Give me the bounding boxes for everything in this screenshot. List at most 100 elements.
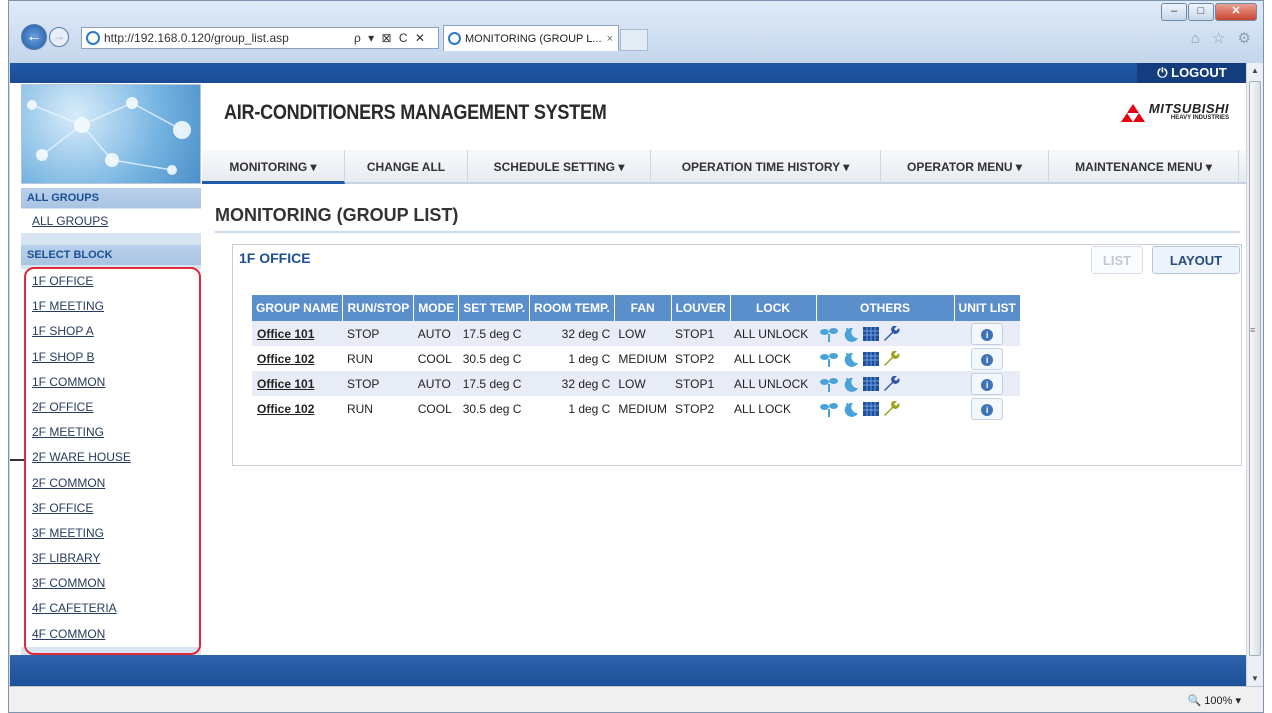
mode-cell: AUTO (413, 321, 459, 346)
page-title: MONITORING (GROUP LIST) (215, 205, 459, 225)
nav-operation-time-history[interactable]: OPERATION TIME HISTORY ▾ (651, 150, 881, 184)
lock-cell: ALL LOCK (730, 346, 817, 371)
zoom-level[interactable]: 🔍 100% ▾ (1188, 694, 1241, 707)
mitsubishi-logo: MITSUBISHI HEAVY INDUSTRIES (1120, 101, 1229, 122)
scroll-up-icon[interactable]: ▲ (1247, 63, 1263, 79)
col-louver: LOUVER (671, 295, 731, 321)
room-temp-cell: 32 deg C (529, 321, 615, 346)
layout-view-button[interactable]: LAYOUT (1152, 246, 1240, 274)
highlight-box (24, 267, 201, 655)
unit-list-cell: i (954, 371, 1021, 396)
unit-info-button[interactable]: i (971, 372, 1004, 395)
wrench-icon[interactable] (883, 350, 901, 367)
group-name-link[interactable]: Office 102 (252, 396, 343, 421)
info-icon: i (981, 403, 994, 416)
wrench-icon[interactable] (883, 375, 901, 392)
sprout-icon[interactable] (820, 401, 839, 417)
panel-grid-icon[interactable] (862, 351, 880, 367)
sprout-icon[interactable] (820, 351, 839, 367)
lock-cell: ALL UNLOCK (730, 321, 817, 346)
address-bar[interactable]: http://192.168.0.120/group_list.asp ρ ▾ … (81, 27, 439, 49)
others-cell (816, 321, 955, 346)
main-nav: MONITORING ▾ CHANGE ALL SCHEDULE SETTING… (202, 150, 1247, 184)
set-temp-cell: 30.5 deg C (458, 396, 530, 421)
run-stop-cell: STOP (342, 321, 414, 346)
tab-close-icon[interactable]: × (607, 33, 613, 45)
panel-grid-icon[interactable] (862, 376, 880, 392)
sidebar-item-all-groups[interactable]: ALL GROUPS (21, 209, 201, 233)
logo-line1: MITSUBISHI (1148, 101, 1229, 116)
louver-cell: STOP2 (671, 346, 731, 371)
nav-schedule-setting[interactable]: SCHEDULE SETTING ▾ (468, 150, 651, 184)
scroll-thumb[interactable] (1249, 81, 1261, 656)
night-moon-icon[interactable] (841, 326, 859, 342)
browser-window: – □ ✕ ← → http://192.168.0.120/group_lis… (8, 0, 1264, 713)
tab-title: MONITORING (GROUP L... (465, 32, 602, 45)
louver-cell: STOP2 (671, 396, 731, 421)
group-name-link[interactable]: Office 101 (252, 321, 343, 346)
footer-bar (10, 655, 1247, 687)
minimize-button[interactable]: – (1161, 3, 1187, 21)
table-row: Office 101 STOP AUTO 17.5 deg C 32 deg C LOW S… (252, 371, 1021, 396)
wrench-icon[interactable] (883, 400, 901, 417)
url-text[interactable]: http://192.168.0.120/group_list.asp (104, 31, 354, 45)
panel-grid-icon[interactable] (862, 401, 880, 417)
col-others: OTHERS (816, 295, 955, 321)
sidebar-header-select-block: SELECT BLOCK (21, 245, 201, 265)
nav-operator-menu[interactable]: OPERATOR MENU ▾ (881, 150, 1049, 184)
col-lock: LOCK (730, 295, 817, 321)
mitsubishi-diamonds-icon (1120, 103, 1145, 122)
lock-cell: ALL LOCK (730, 396, 817, 421)
unit-info-button[interactable]: i (971, 347, 1004, 370)
nav-maintenance-menu[interactable]: MAINTENANCE MENU ▾ (1049, 150, 1239, 184)
unit-info-button[interactable]: i (971, 322, 1004, 345)
info-icon: i (981, 353, 994, 366)
col-room-temp: ROOM TEMP. (529, 295, 615, 321)
vertical-scrollbar[interactable]: ▲ ≡ ▼ (1246, 63, 1263, 687)
sprout-icon[interactable] (820, 376, 839, 392)
group-name-link[interactable]: Office 101 (252, 371, 343, 396)
table-row: Office 101 STOP AUTO 17.5 deg C 32 deg C LOW S… (252, 321, 1021, 346)
list-view-button[interactable]: LIST (1091, 246, 1143, 274)
address-actions[interactable]: ρ ▾ ⊠ C ✕ (354, 31, 438, 45)
toolbar-icons[interactable]: ⌂ ☆ ⚙ (1191, 29, 1255, 47)
night-moon-icon[interactable] (841, 376, 859, 392)
logout-button[interactable]: ⏻ LOGOUT (1137, 63, 1247, 83)
mode-cell: COOL (413, 346, 459, 371)
info-icon: i (981, 328, 994, 341)
others-cell (816, 346, 955, 371)
others-cell (816, 396, 955, 421)
section-title: 1F OFFICE (239, 250, 311, 266)
back-arrow-icon[interactable]: ← (21, 24, 47, 50)
title-divider (215, 231, 1240, 233)
run-stop-cell: RUN (342, 346, 414, 371)
group-name-link[interactable]: Office 102 (252, 346, 343, 371)
panel-grid-icon[interactable] (862, 326, 880, 342)
night-moon-icon[interactable] (841, 401, 859, 417)
louver-cell: STOP1 (671, 321, 731, 346)
browser-titlebar: – □ ✕ ← → http://192.168.0.120/group_lis… (9, 1, 1263, 63)
maximize-button[interactable]: □ (1188, 3, 1214, 21)
new-tab-button[interactable] (620, 29, 648, 51)
scroll-down-icon[interactable]: ▼ (1247, 671, 1263, 687)
fan-cell: LOW (614, 321, 672, 346)
browser-tab[interactable]: MONITORING (GROUP L... × (443, 25, 619, 51)
table-row: Office 102 RUN COOL 30.5 deg C1 deg C MEDIUM… (252, 396, 1021, 421)
unit-info-button[interactable]: i (971, 397, 1004, 420)
nav-monitoring[interactable]: MONITORING ▾ (202, 150, 345, 184)
unit-list-cell: i (954, 346, 1021, 371)
col-unit-list: UNIT LIST (954, 295, 1021, 321)
col-group-name: GROUP NAME (252, 295, 344, 321)
group-table: GROUP NAME RUN/STOP MODE SET TEMP. ROOM … (252, 295, 1021, 421)
fan-cell: LOW (614, 371, 672, 396)
room-temp-cell: 32 deg C (529, 371, 615, 396)
wrench-icon[interactable] (883, 325, 901, 342)
night-moon-icon[interactable] (841, 351, 859, 367)
sprout-icon[interactable] (820, 326, 839, 342)
set-temp-cell: 30.5 deg C (458, 346, 530, 371)
close-window-button[interactable]: ✕ (1215, 3, 1257, 21)
logo-line2: HEAVY INDUSTRIES (1170, 115, 1229, 121)
col-fan: FAN (614, 295, 672, 321)
forward-arrow-icon[interactable]: → (49, 27, 69, 47)
nav-change-all[interactable]: CHANGE ALL (345, 150, 468, 184)
